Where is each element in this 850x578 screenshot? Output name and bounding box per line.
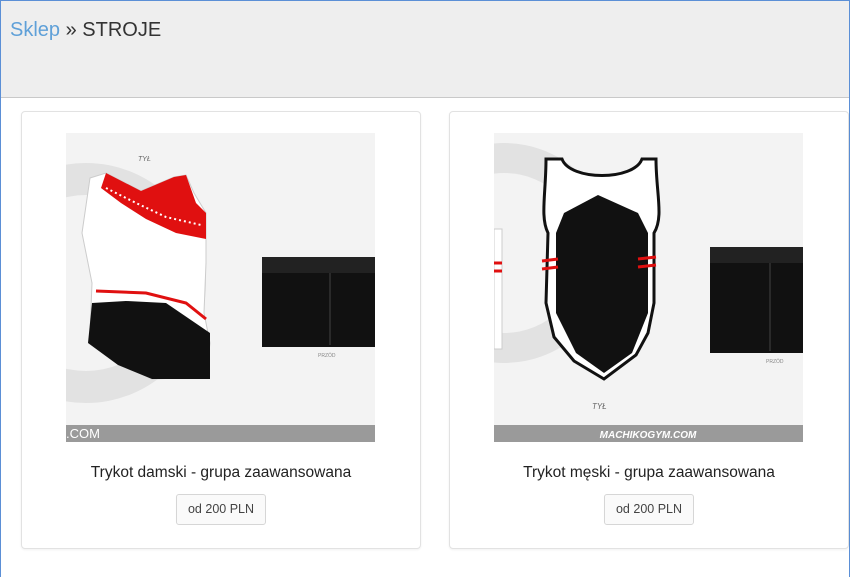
price-button[interactable]: od 200 PLN [603, 494, 695, 525]
back-label: TYŁ [592, 402, 607, 411]
product-card[interactable]: TYŁ PRZÓD MACHIKOGYM.COM Trykot męski - … [449, 111, 849, 549]
front-label: PRZÓD [318, 352, 336, 359]
watermark: .COM [66, 426, 100, 441]
breadcrumb-current: STROJE [82, 19, 162, 41]
breadcrumb-separator: » [65, 19, 77, 41]
product-image[interactable]: TYŁ PRZÓD MACHIKOGYM.COM [494, 133, 803, 442]
product-title[interactable]: Trykot damski - grupa zaawansowana [22, 464, 420, 482]
product-image[interactable]: TYŁ PRZÓD .COM [66, 133, 375, 442]
page-header: Sklep » STROJE [1, 1, 849, 98]
back-label: TYŁ [138, 156, 151, 163]
product-card[interactable]: TYŁ PRZÓD .COM Trykot damski - grupa zaa… [21, 111, 421, 549]
breadcrumb-shop-link[interactable]: Sklep [10, 19, 60, 41]
product-title[interactable]: Trykot męski - grupa zaawansowana [450, 464, 848, 482]
front-label: PRZÓD [766, 358, 784, 365]
breadcrumb: Sklep » STROJE [10, 19, 161, 42]
watermark: MACHIKOGYM.COM [600, 430, 697, 441]
price-button[interactable]: od 200 PLN [175, 494, 267, 525]
